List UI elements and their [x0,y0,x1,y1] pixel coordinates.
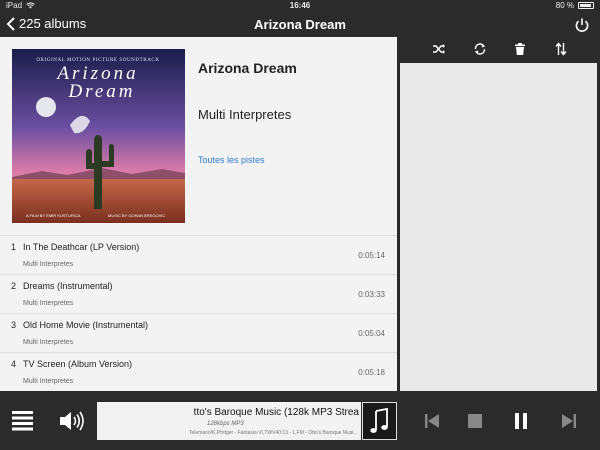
track-number: 4 [11,359,17,369]
track-title: Old Home Movie (Instrumental) [23,320,149,330]
volume-icon[interactable] [59,410,85,432]
album-title: Arizona Dream [198,60,297,76]
queue-toggle-button[interactable] [362,402,397,440]
back-label: 225 albums [19,16,87,31]
queue-list [400,63,597,391]
track-number: 3 [11,320,17,330]
stop-icon[interactable] [466,412,484,430]
trash-icon[interactable] [513,42,527,56]
power-icon[interactable] [574,17,590,33]
track-row[interactable]: 4 TV Screen (Album Version) Multi Interp… [0,353,397,391]
chevron-left-icon [6,16,15,31]
track-artist: Multi Interpretes [23,261,74,268]
now-playing-format: 128kbps MP3 [207,421,244,427]
page-title: Arizona Dream [254,17,346,32]
track-title: In The Deathcar (LP Version) [23,242,140,252]
track-artist: Multi Interpretes [23,339,74,346]
track-row[interactable]: 1 In The Deathcar (LP Version) Multi Int… [0,236,397,275]
track-title: TV Screen (Album Version) [23,359,133,369]
track-title: Dreams (Instrumental) [23,281,113,291]
track-number: 1 [11,242,17,252]
menu-icon[interactable] [12,410,33,431]
back-button[interactable]: 225 albums [6,16,86,31]
album-header: ORIGINAL MOTION PICTURE SOUNDTRACK Arizo… [0,37,397,236]
track-duration: 0:05:14 [358,251,385,260]
cover-bottom-right: MUSIC BY GORAN BREGOVIC [108,213,165,218]
queue-toolbar [399,37,600,62]
track-duration: 0:05:18 [358,368,385,377]
track-row[interactable]: 3 Old Home Movie (Instrumental) Multi In… [0,314,397,353]
music-note-icon [370,407,388,433]
status-bar: iPad 16:46 80 % [0,0,600,12]
now-playing-title: tto's Baroque Music (128k MP3 Strea [193,407,359,418]
previous-icon[interactable] [423,412,441,430]
album-artist: Multi Interpretes [198,107,292,122]
track-list: 1 In The Deathcar (LP Version) Multi Int… [0,236,397,391]
player-bar: tto's Baroque Music (128k MP3 Strea 128k… [0,392,600,450]
status-time: 16:46 [289,1,311,10]
track-artist: Multi Interpretes [23,378,74,385]
repeat-icon[interactable] [473,42,487,56]
next-icon[interactable] [560,412,578,430]
now-playing-info[interactable]: tto's Baroque Music (128k MP3 Strea 128k… [97,402,361,440]
track-row[interactable]: 2 Dreams (Instrumental) Multi Interprete… [0,275,397,314]
nav-bar: 225 albums Arizona Dream [0,12,600,37]
album-cover: ORIGINAL MOTION PICTURE SOUNDTRACK Arizo… [12,49,185,223]
battery-icon [578,2,594,9]
sort-icon[interactable] [554,42,568,56]
cover-title-line2: Dream [67,81,135,102]
track-artist: Multi Interpretes [23,300,74,307]
now-playing-description: Telemann/K.Pfrdger - Fantasia VI,TWV40:1… [189,430,358,436]
album-panel: ORIGINAL MOTION PICTURE SOUNDTRACK Arizo… [0,37,397,391]
track-number: 2 [11,281,17,291]
status-right: 80 % [556,1,594,10]
all-tracks-link[interactable]: Toutes les pistes [198,155,265,165]
pause-icon[interactable] [512,412,530,430]
battery-percent: 80 % [555,1,574,10]
shuffle-icon[interactable] [432,42,446,56]
track-duration: 0:03:33 [358,290,385,299]
cover-bottom-left: A FILM BY EMIR KUSTURICA [26,213,81,218]
track-duration: 0:05:04 [358,329,385,338]
